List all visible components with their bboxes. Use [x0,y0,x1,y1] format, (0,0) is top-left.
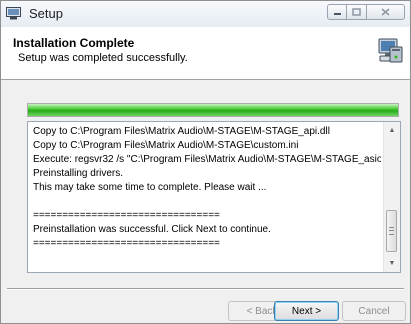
scroll-up-button[interactable]: ▲ [384,122,400,139]
grip-icon [389,227,394,235]
log-line: Preinstalling drivers. [33,168,124,179]
next-button[interactable]: Next > [274,301,339,321]
scroll-up-arrow-icon: ▲ [388,127,396,134]
close-button[interactable] [367,4,405,20]
header-title: Installation Complete [13,36,135,50]
scroll-down-arrow-icon: ▼ [388,260,396,267]
cancel-button[interactable]: Cancel [342,301,406,321]
log-line: Copy to C:\Program Files\Matrix Audio\M-… [33,126,330,137]
setup-window: Setup Installation Complete Setup was co… [0,0,411,324]
maximize-icon [352,8,361,16]
install-log[interactable]: Copy to C:\Program Files\Matrix Audio\M-… [27,121,401,273]
minimize-button[interactable] [327,4,347,20]
wizard-header: Installation Complete Setup was complete… [1,27,410,80]
log-line: Execute: regsvr32 /s "C:\Program Files\M… [33,154,381,165]
minimize-icon [333,13,341,15]
log-line: ================================ [33,238,220,249]
close-icon [381,8,390,16]
log-line: Preinstallation was successful. Click Ne… [33,224,271,235]
title-bar[interactable]: Setup [1,1,410,27]
progress-fill [28,104,398,116]
scroll-thumb[interactable] [386,210,397,252]
setup-computer-icon [378,38,403,63]
header-subtitle: Setup was completed successfully. [18,52,188,64]
window-title: Setup [29,6,63,21]
installer-app-icon [6,7,21,20]
scroll-down-button[interactable]: ▼ [384,255,400,272]
install-progress-bar [27,103,399,117]
window-controls [327,4,405,20]
footer-separator [7,288,404,290]
log-line: ================================ [33,210,220,221]
log-scrollbar[interactable]: ▲ ▼ [383,122,400,272]
log-line: This may take some time to complete. Ple… [33,182,267,193]
log-line: Copy to C:\Program Files\Matrix Audio\M-… [33,140,299,151]
log-lines: Copy to C:\Program Files\Matrix Audio\M-… [33,125,381,251]
maximize-button[interactable] [347,4,367,20]
